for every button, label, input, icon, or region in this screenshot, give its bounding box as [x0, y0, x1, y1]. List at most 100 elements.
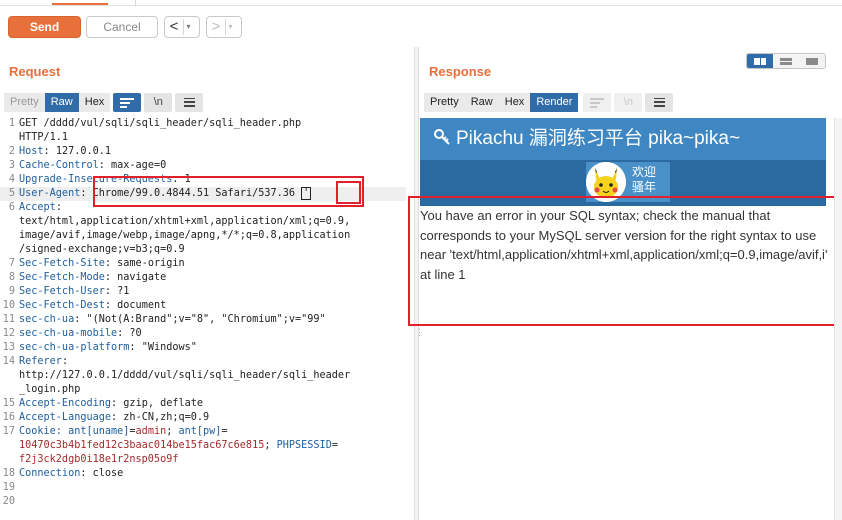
- quote-payload-highlight-box: [336, 181, 361, 204]
- header-name: Cache-Control: [19, 160, 99, 171]
- editor-line[interactable]: 1 GET /dddd/vul/sqli/sqli_header/sqli_hea…: [0, 117, 406, 131]
- tab-pretty[interactable]: Pretty: [4, 92, 45, 112]
- header-name: sec-ch-ua: [19, 314, 75, 325]
- line-number: 18: [2, 468, 15, 479]
- editor-line[interactable]: 14 Referer:: [0, 355, 406, 369]
- line-content: Sec-Fetch-User: ?1: [19, 286, 130, 297]
- response-pane-title: Response: [429, 64, 492, 79]
- editor-line[interactable]: 12 sec-ch-ua-mobile: ?0: [0, 327, 406, 341]
- line-content: 10470c3b4b1fed12c3baac014be15fac67c6e815…: [19, 439, 406, 453]
- editor-line[interactable]: 11 sec-ch-ua: "(Not(A:Brand";v="8", "Chro…: [0, 313, 406, 327]
- header-name: Referer: [19, 356, 62, 367]
- line-content: Host: 127.0.0.1: [19, 146, 112, 157]
- response-view-tabs: Pretty Raw Hex Render \n: [424, 92, 674, 112]
- header-name: Sec-Fetch-User: [19, 286, 105, 297]
- editor-line[interactable]: 7 Sec-Fetch-Site: same-origin: [0, 257, 406, 271]
- line-number: 15: [2, 398, 15, 409]
- response-menu-button[interactable]: [645, 92, 674, 112]
- chevron-down-icon[interactable]: ▾: [225, 19, 235, 35]
- line-number: 13: [2, 342, 15, 353]
- line-number: 14: [2, 356, 15, 367]
- cookie-token: =: [221, 426, 228, 437]
- tab-raw[interactable]: Raw: [464, 92, 499, 112]
- user-agent-highlight-box: [93, 176, 364, 207]
- layout-stacked-button[interactable]: [773, 54, 799, 68]
- word-wrap-button[interactable]: [113, 92, 142, 112]
- header-name: Host: [19, 146, 44, 157]
- header-name: Accept: [19, 202, 56, 213]
- chevron-right-icon[interactable]: >: [207, 18, 225, 36]
- sql-error-highlight-box: [408, 196, 839, 326]
- editor-line[interactable]: image/avif,image/webp,image/apng,*/*;q=0…: [0, 229, 406, 243]
- line-number: 5: [8, 188, 15, 199]
- line-content: Cookie: ant[uname]=admin; ant[pw]=: [19, 425, 406, 439]
- header-name: User-Agent: [19, 188, 81, 199]
- chevron-down-icon[interactable]: ▾: [183, 19, 193, 35]
- editor-line[interactable]: 18 Connection: close: [0, 467, 406, 481]
- tab-render[interactable]: Render: [530, 92, 579, 112]
- line-number: 12: [2, 328, 15, 339]
- response-scrollbar[interactable]: [834, 118, 842, 520]
- line-content: [19, 495, 406, 509]
- request-menu-button[interactable]: [175, 92, 204, 112]
- editor-line[interactable]: 8 Sec-Fetch-Mode: navigate: [0, 271, 406, 285]
- editor-line[interactable]: 13 sec-ch-ua-platform: "Windows": [0, 341, 406, 355]
- line-number: 7: [8, 258, 15, 269]
- editor-line[interactable]: 15 Accept-Encoding: gzip, deflate: [0, 397, 406, 411]
- tab-hex[interactable]: Hex: [78, 92, 111, 112]
- cancel-button[interactable]: Cancel: [86, 16, 158, 38]
- header-value: "Windows": [141, 342, 197, 353]
- line-content: Sec-Fetch-Mode: navigate: [19, 272, 167, 283]
- line-content: text/html,application/xhtml+xml,applicat…: [19, 216, 351, 227]
- history-forward-group[interactable]: > ▾: [206, 16, 242, 38]
- tab-pretty[interactable]: Pretty: [424, 92, 465, 112]
- editor-line[interactable]: _login.php: [0, 383, 406, 397]
- header-value: navigate: [117, 272, 167, 283]
- cookie-token: 10470c3b4b1fed12c3baac014be15fac67c6e815: [19, 440, 265, 451]
- word-wrap-button[interactable]: [583, 92, 612, 112]
- active-tab-indicator[interactable]: [52, 0, 108, 5]
- editor-line[interactable]: 20: [0, 495, 406, 509]
- columns-icon: [754, 57, 766, 65]
- editor-line[interactable]: 9 Sec-Fetch-User: ?1: [0, 285, 406, 299]
- header-name: sec-ch-ua-platform: [19, 342, 130, 353]
- show-newlines-button[interactable]: \n: [614, 92, 643, 112]
- editor-line[interactable]: 17 Cookie: ant[uname]=admin; ant[pw]=: [0, 425, 406, 439]
- tab-hex[interactable]: Hex: [498, 92, 531, 112]
- editor-line[interactable]: 10470c3b4b1fed12c3baac014be15fac67c6e815…: [0, 439, 406, 453]
- show-newlines-button[interactable]: \n: [144, 92, 173, 112]
- editor-line[interactable]: f2j3ck2dgb0i18e1r2nsp05o9f: [0, 453, 406, 467]
- editor-line[interactable]: 19: [0, 481, 406, 495]
- editor-line[interactable]: /signed-exchange;v=b3;q=0.9: [0, 243, 406, 257]
- layout-side-by-side-button[interactable]: [747, 54, 773, 68]
- editor-line[interactable]: HTTP/1.1: [0, 131, 406, 145]
- tab-raw[interactable]: Raw: [44, 92, 79, 112]
- line-number: 6: [8, 202, 15, 213]
- request-view-tabs: Pretty Raw Hex \n: [4, 92, 204, 112]
- editor-line[interactable]: 10 Sec-Fetch-Dest: document: [0, 299, 406, 313]
- header-value: zh-CN,zh;q=0.9: [123, 412, 210, 423]
- line-content: Cache-Control: max-age=0: [19, 160, 167, 171]
- welcome-line: 骚年: [632, 180, 657, 194]
- layout-toggle: [746, 53, 826, 69]
- line-content: _login.php: [19, 384, 81, 395]
- line-number: [0, 369, 19, 383]
- send-button[interactable]: Send: [8, 16, 81, 38]
- editor-line[interactable]: 3 Cache-Control: max-age=0: [0, 159, 406, 173]
- cookie-token: ;: [264, 440, 277, 451]
- header-name: Connection: [19, 468, 81, 479]
- line-number: 3: [8, 160, 15, 171]
- editor-line[interactable]: text/html,application/xhtml+xml,applicat…: [0, 215, 406, 229]
- line-number: 20: [2, 496, 15, 507]
- pikachu-page-header: Pikachu 漏洞练习平台 pika~pika~: [420, 118, 826, 160]
- cookie-token: Cookie: ant[uname]: [19, 426, 130, 437]
- layout-tabs-button[interactable]: [799, 54, 825, 68]
- editor-line[interactable]: 2 Host: 127.0.0.1: [0, 145, 406, 159]
- chevron-left-icon[interactable]: <: [165, 18, 183, 36]
- line-number: 17: [2, 426, 15, 437]
- history-back-group[interactable]: < ▾: [164, 16, 200, 38]
- request-pane-title: Request: [9, 64, 61, 79]
- editor-line[interactable]: http://127.0.0.1/dddd/vul/sqli/sqli_head…: [0, 369, 406, 383]
- line-content: Sec-Fetch-Site: same-origin: [19, 258, 185, 269]
- editor-line[interactable]: 16 Accept-Language: zh-CN,zh;q=0.9: [0, 411, 406, 425]
